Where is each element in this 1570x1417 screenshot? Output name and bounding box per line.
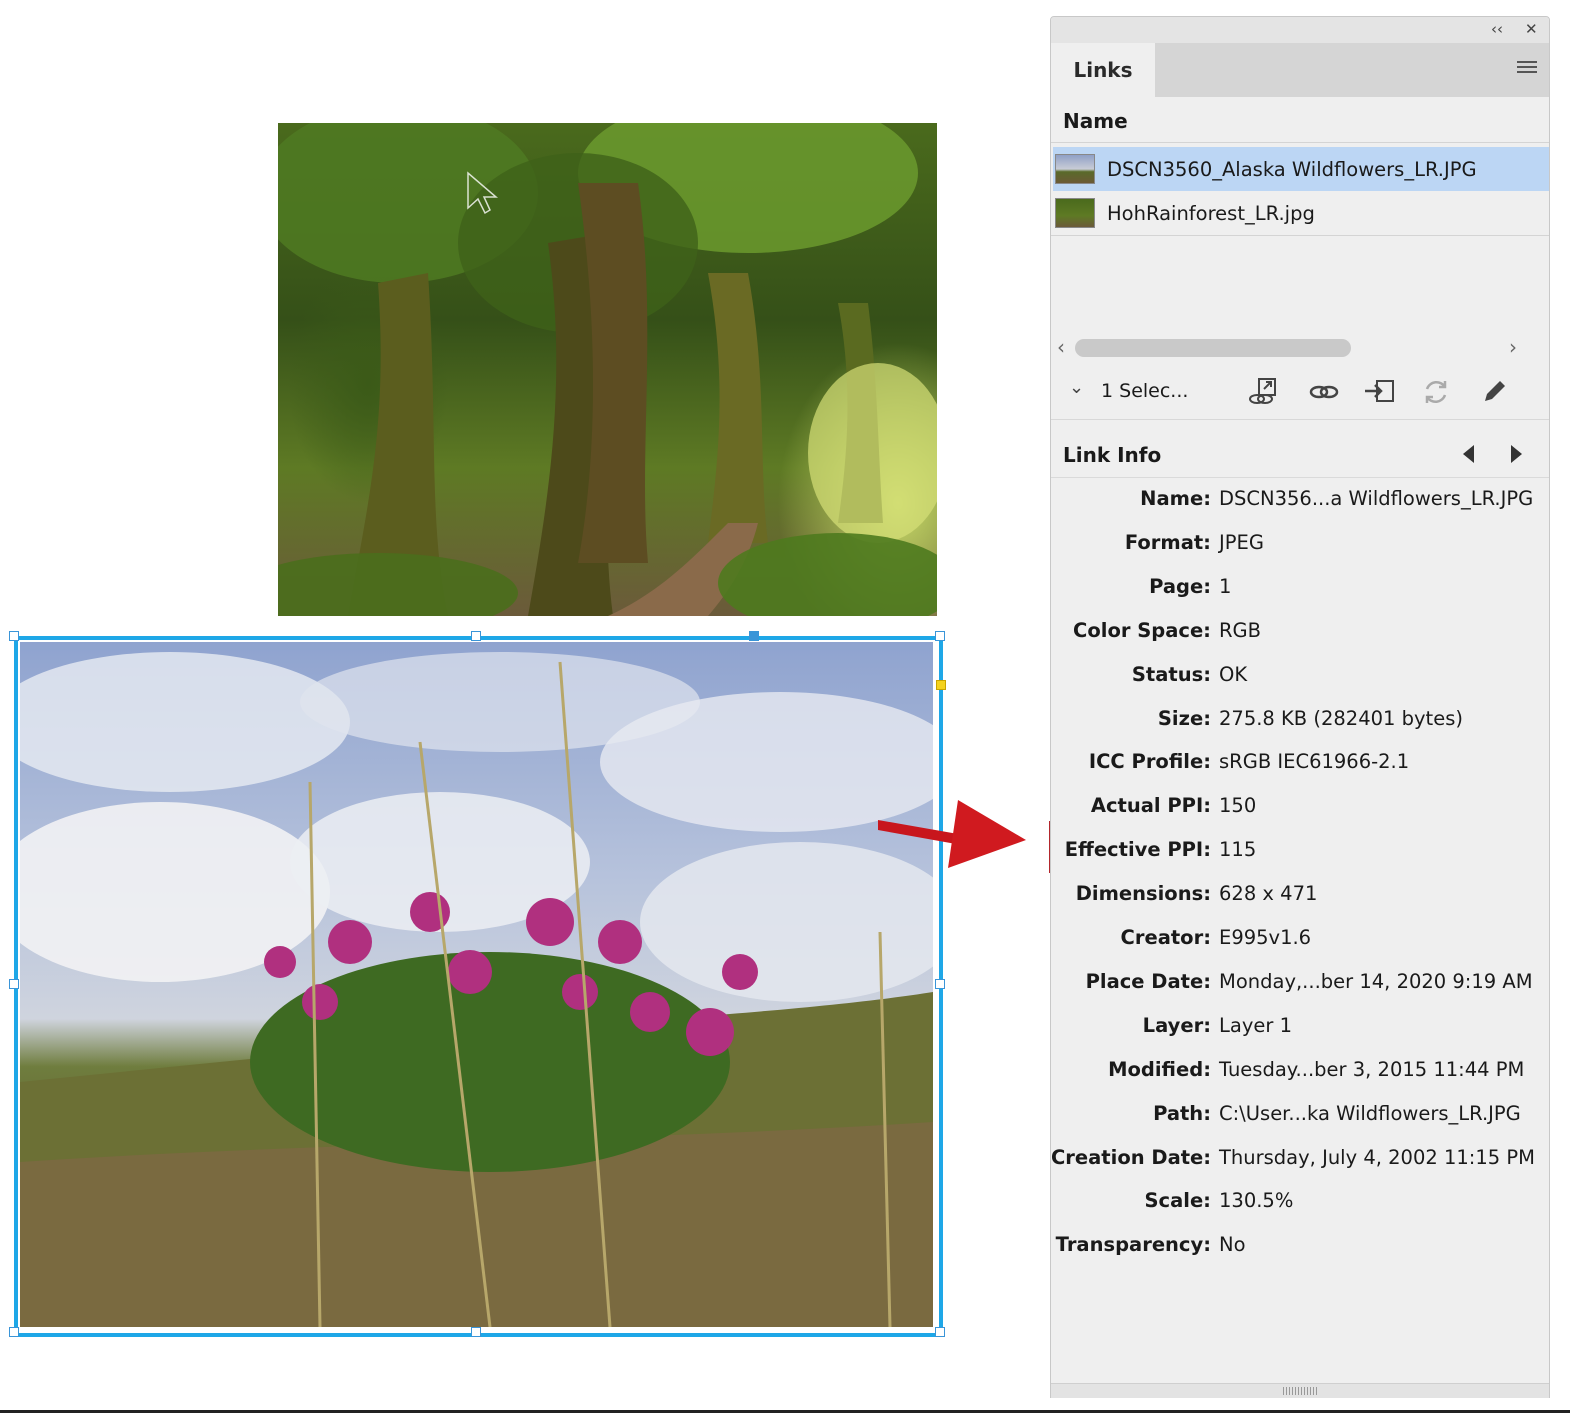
link-info-title: Link Info: [1063, 443, 1162, 467]
info-label: Path:: [1153, 1102, 1211, 1125]
selection-status: 1 Selec...: [1101, 380, 1189, 402]
info-value: C:\User...ka Wildflowers_LR.JPG: [1219, 1102, 1521, 1125]
resize-handle-right[interactable]: [935, 979, 945, 989]
panel-title-bar: ‹‹ ✕: [1051, 17, 1549, 44]
info-value: JPEG: [1219, 531, 1264, 554]
next-link-icon[interactable]: [1511, 445, 1522, 463]
annotation-arrow: [878, 800, 1026, 868]
resize-handle-top[interactable]: [471, 631, 481, 641]
resize-handle-bottom[interactable]: [471, 1327, 481, 1337]
corner-options-handle[interactable]: [936, 680, 946, 690]
links-panel: ‹‹ ✕ Links Name DSCN3560_Alaska Wildflow…: [1050, 16, 1550, 1398]
info-value: 275.8 KB (282401 bytes): [1219, 707, 1463, 730]
chevron-down-icon[interactable]: ⌄: [1069, 377, 1084, 398]
info-value: Layer 1: [1219, 1014, 1292, 1037]
scroll-left-icon[interactable]: ‹: [1057, 335, 1065, 359]
resize-handle-bottom-left[interactable]: [9, 1327, 19, 1337]
edit-original-icon[interactable]: [1477, 375, 1511, 409]
info-label: Layer:: [1142, 1014, 1211, 1037]
info-value: E995v1.6: [1219, 926, 1312, 949]
info-label: Creator:: [1120, 926, 1211, 949]
resize-handle-bottom-right[interactable]: [935, 1327, 945, 1337]
embed-link-icon[interactable]: [1363, 375, 1397, 409]
info-label: Actual PPI:: [1090, 794, 1211, 817]
info-value: 130.5%: [1219, 1189, 1294, 1212]
info-label: Size:: [1157, 707, 1211, 730]
list-divider: [1051, 235, 1549, 236]
tab-strip: Links: [1051, 43, 1549, 97]
info-label: Dimensions:: [1075, 882, 1211, 905]
update-link-icon[interactable]: [1419, 375, 1453, 409]
link-row-wildflowers[interactable]: DSCN3560_Alaska Wildflowers_LR.JPG: [1053, 147, 1549, 191]
close-icon[interactable]: ✕: [1525, 20, 1538, 38]
rainforest-thumbnail: [1055, 198, 1095, 228]
previous-link-icon[interactable]: [1463, 445, 1474, 463]
link-row-rainforest[interactable]: HohRainforest_LR.jpg: [1053, 191, 1549, 235]
resize-handle-left[interactable]: [9, 979, 19, 989]
info-label: Modified:: [1108, 1058, 1211, 1081]
info-value: Tuesday...ber 3, 2015 11:44 PM: [1219, 1058, 1525, 1081]
link-name: DSCN3560_Alaska Wildflowers_LR.JPG: [1107, 157, 1477, 181]
link-info-header: Link Info: [1051, 433, 1549, 478]
hoh-rainforest-image[interactable]: [278, 123, 937, 616]
name-column-header[interactable]: Name: [1051, 99, 1549, 143]
tab-links[interactable]: Links: [1051, 43, 1155, 97]
info-label: ICC Profile:: [1088, 750, 1211, 773]
go-to-link-icon[interactable]: [1307, 375, 1341, 409]
info-value: 150: [1219, 794, 1257, 817]
info-value: Monday,...ber 14, 2020 9:19 AM: [1219, 970, 1533, 993]
info-label: Transparency:: [1055, 1233, 1211, 1256]
info-label: Status:: [1131, 663, 1211, 686]
info-value: 1: [1219, 575, 1232, 598]
image-selection-frame[interactable]: [14, 636, 943, 1337]
info-label: Effective PPI:: [1064, 838, 1211, 861]
resize-handle-top-left[interactable]: [9, 631, 19, 641]
collapse-panel-icon[interactable]: ‹‹: [1491, 20, 1503, 38]
info-value: DSCN356...a Wildflowers_LR.JPG: [1219, 487, 1534, 510]
panel-menu-icon[interactable]: [1517, 61, 1537, 76]
panel-resize-grip[interactable]: [1051, 1383, 1549, 1398]
info-value: sRGB IEC61966-2.1: [1219, 750, 1410, 773]
grip-lines: [1283, 1387, 1319, 1395]
info-label: Name:: [1140, 487, 1211, 510]
links-toolbar: ⌄ 1 Selec...: [1051, 367, 1549, 420]
wildflowers-thumbnail: [1055, 154, 1095, 184]
info-value: OK: [1219, 663, 1248, 686]
info-value: Thursday, July 4, 2002 11:15 PM: [1219, 1146, 1535, 1169]
scrollbar-thumb[interactable]: [1075, 339, 1351, 357]
info-value: RGB: [1219, 619, 1262, 642]
resize-handle-top-right[interactable]: [935, 631, 945, 641]
info-label: Color Space:: [1073, 619, 1211, 642]
info-label: Creation Date:: [1051, 1146, 1212, 1169]
horizontal-scrollbar[interactable]: ‹ ›: [1057, 335, 1523, 359]
info-label: Scale:: [1144, 1189, 1211, 1212]
content-grabber-handle[interactable]: [749, 631, 759, 641]
link-name: HohRainforest_LR.jpg: [1107, 201, 1315, 225]
info-value: 115: [1219, 838, 1257, 861]
info-value: 628 x 471: [1219, 882, 1318, 905]
info-value: No: [1219, 1233, 1246, 1256]
info-label: Format:: [1124, 531, 1211, 554]
info-label: Place Date:: [1085, 970, 1211, 993]
info-label: Page:: [1149, 575, 1211, 598]
relink-to-folder-icon[interactable]: [1247, 375, 1281, 409]
scroll-right-icon[interactable]: ›: [1509, 335, 1517, 359]
bottom-border: [0, 1410, 1570, 1413]
forest-scene: [278, 123, 937, 616]
